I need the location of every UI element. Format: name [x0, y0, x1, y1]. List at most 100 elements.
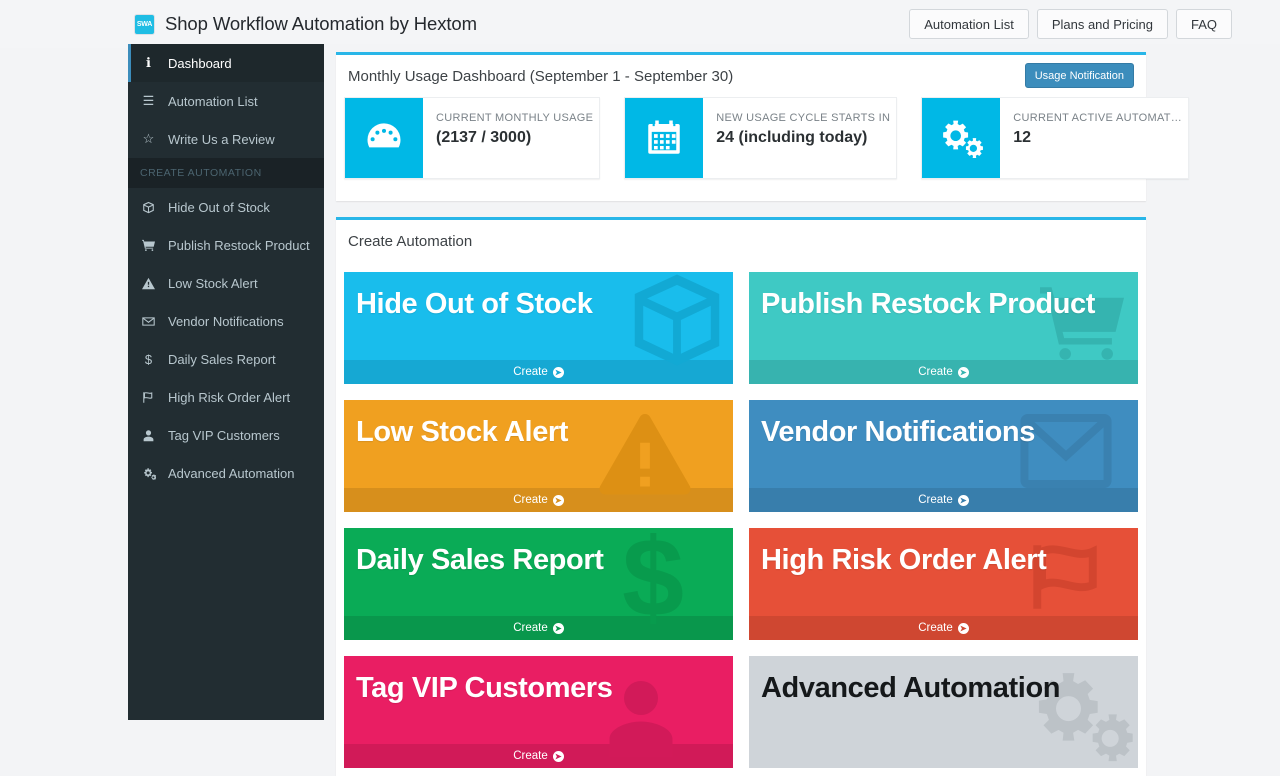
user-icon: [140, 429, 157, 442]
monthly-usage-title: Monthly Usage Dashboard (September 1 - S…: [348, 67, 734, 85]
stat-card-list: CURRENT MONTHLY USAGE (2137 / 3000) NEW …: [336, 97, 1190, 201]
arrow-right-icon: ➤: [552, 366, 564, 378]
gears-icon: [140, 467, 157, 480]
faq-button[interactable]: FAQ: [1175, 9, 1232, 39]
main-content: Monthly Usage Dashboard (September 1 - S…: [324, 44, 1280, 776]
monthly-usage-header: Monthly Usage Dashboard (September 1 - S…: [336, 55, 1146, 97]
automation-card-title: Low Stock Alert: [356, 416, 569, 448]
stat-card-body: NEW USAGE CYCLE STARTS IN 24 (including …: [703, 98, 896, 178]
envelope-icon: [140, 315, 157, 328]
create-label: Create: [513, 622, 548, 634]
sidebar-item-label: Advanced Automation: [168, 465, 295, 481]
stat-card-current-active-automations: CURRENT ACTIVE AUTOMAT… 12: [921, 97, 1190, 179]
stat-value: 12: [1013, 129, 1032, 146]
sidebar-item-label: Tag VIP Customers: [168, 427, 280, 443]
stat-label: CURRENT ACTIVE AUTOMAT…: [1013, 112, 1183, 124]
automation-card-low-stock-alert[interactable]: Low Stock Alert Create ➤: [344, 400, 733, 512]
create-label: Create: [918, 494, 953, 506]
sidebar-item-automation-list[interactable]: ☰ Automation List: [128, 82, 324, 120]
create-label: Create: [513, 366, 548, 378]
sidebar-item-advanced-automation[interactable]: Advanced Automation: [128, 454, 324, 492]
page-title: Shop Workflow Automation by Hextom: [165, 13, 477, 34]
list-icon: ☰: [142, 93, 155, 108]
automation-card-title: Advanced Automation: [761, 672, 1061, 704]
gears-icon: [922, 98, 1001, 178]
create-label: Create: [513, 750, 548, 762]
stat-card-new-usage-cycle: NEW USAGE CYCLE STARTS IN 24 (including …: [624, 97, 898, 179]
sidebar-item-publish-restock-product[interactable]: Publish Restock Product: [128, 226, 324, 264]
sidebar-item-label: Publish Restock Product: [168, 237, 310, 253]
automation-card-high-risk-order-alert[interactable]: High Risk Order Alert Create ➤: [749, 528, 1138, 640]
create-automation-panel: Create Automation Hide Out of Stock Crea…: [336, 217, 1146, 776]
dollar-icon: $: [617, 528, 689, 640]
sidebar-item-hide-out-of-stock[interactable]: Hide Out of Stock: [128, 188, 324, 226]
arrow-right-icon: ➤: [957, 494, 969, 506]
sidebar-item-label: Vendor Notifications: [168, 313, 284, 329]
sidebar-item-daily-sales-report[interactable]: $ Daily Sales Report: [128, 340, 324, 378]
sidebar-item-vendor-notifications[interactable]: Vendor Notifications: [128, 302, 324, 340]
warning-icon: [597, 406, 693, 503]
sidebar-item-write-us-a-review[interactable]: ☆ Write Us a Review: [128, 120, 324, 158]
automation-list-button[interactable]: Automation List: [909, 9, 1029, 39]
gauge-icon: [345, 98, 423, 178]
automation-card-vendor-notifications[interactable]: Vendor Notifications Create ➤: [749, 400, 1138, 512]
svg-text:$: $: [622, 528, 684, 630]
sidebar-item-label: Low Stock Alert: [168, 275, 258, 291]
stat-card-body: CURRENT ACTIVE AUTOMAT… 12: [1000, 98, 1188, 178]
warning-icon: [140, 277, 157, 290]
automation-card-daily-sales-report[interactable]: Daily Sales Report $ Create ➤: [344, 528, 733, 640]
sidebar-item-dashboard[interactable]: ℹ Dashboard: [128, 44, 324, 82]
automation-card-tag-vip-customers[interactable]: Tag VIP Customers Create ➤: [344, 656, 733, 768]
sidebar-section-header: CREATE AUTOMATION: [128, 158, 324, 188]
automation-card-title: Hide Out of Stock: [356, 288, 593, 320]
sidebar-item-label: High Risk Order Alert: [168, 389, 291, 405]
stat-card-current-monthly-usage: CURRENT MONTHLY USAGE (2137 / 3000): [344, 97, 601, 179]
dollar-icon: $: [144, 351, 153, 367]
automation-card-title: Vendor Notifications: [761, 416, 1035, 448]
automation-card-publish-restock-product[interactable]: Publish Restock Product Create ➤: [749, 272, 1138, 384]
automation-card-title: High Risk Order Alert: [761, 544, 1047, 576]
arrow-right-icon: ➤: [552, 750, 564, 762]
automation-card-advanced-automation[interactable]: Advanced Automation: [749, 656, 1138, 768]
sidebar-item-label: Write Us a Review: [168, 131, 275, 147]
sidebar: ℹ Dashboard ☰ Automation List ☆ Write Us…: [128, 44, 324, 720]
automation-card-grid: Hide Out of Stock Create ➤ Publish Resto…: [336, 262, 1146, 776]
star-icon: ☆: [142, 131, 155, 146]
stat-value: 24 (including today): [716, 129, 868, 146]
cart-icon: [140, 239, 157, 252]
create-label: Create: [918, 366, 953, 378]
sidebar-item-label: Hide Out of Stock: [168, 199, 270, 215]
app-logo-icon: SWA: [134, 13, 155, 35]
monthly-usage-panel: Monthly Usage Dashboard (September 1 - S…: [336, 52, 1190, 201]
cube-icon: [625, 272, 729, 377]
automation-card-title: Daily Sales Report: [356, 544, 604, 576]
sidebar-item-label: Dashboard: [168, 55, 232, 71]
sidebar-item-label: Automation List: [168, 93, 258, 109]
sidebar-item-low-stock-alert[interactable]: Low Stock Alert: [128, 264, 324, 302]
usage-notification-button[interactable]: Usage Notification: [1024, 63, 1134, 88]
automation-card-title: Publish Restock Product: [761, 288, 1096, 320]
brand: SWA Shop Workflow Automation by Hextom: [134, 13, 477, 35]
arrow-right-icon: ➤: [552, 622, 564, 634]
create-automation-title: Create Automation: [348, 232, 473, 250]
top-bar-actions: Automation List Plans and Pricing FAQ: [909, 9, 1232, 39]
create-automation-header: Create Automation: [336, 220, 1146, 262]
arrow-right-icon: ➤: [552, 494, 564, 506]
create-label: Create: [513, 494, 548, 506]
calendar-icon: [625, 98, 704, 178]
stat-label: CURRENT MONTHLY USAGE: [436, 112, 594, 124]
stat-card-body: CURRENT MONTHLY USAGE (2137 / 3000): [423, 98, 599, 178]
plans-and-pricing-button[interactable]: Plans and Pricing: [1036, 9, 1168, 39]
sidebar-item-high-risk-order-alert[interactable]: High Risk Order Alert: [128, 378, 324, 416]
flag-icon: [140, 391, 157, 404]
automation-card-create[interactable]: Create ➤: [749, 616, 1138, 640]
arrow-right-icon: ➤: [957, 622, 969, 634]
create-label: Create: [918, 622, 953, 634]
automation-card-title: Tag VIP Customers: [356, 672, 613, 704]
stat-value: (2137 / 3000): [436, 129, 532, 146]
stat-label: NEW USAGE CYCLE STARTS IN: [716, 112, 891, 124]
sidebar-item-tag-vip-customers[interactable]: Tag VIP Customers: [128, 416, 324, 454]
info-icon: ℹ: [146, 55, 151, 70]
cube-icon: [140, 201, 157, 214]
automation-card-hide-out-of-stock[interactable]: Hide Out of Stock Create ➤: [344, 272, 733, 384]
